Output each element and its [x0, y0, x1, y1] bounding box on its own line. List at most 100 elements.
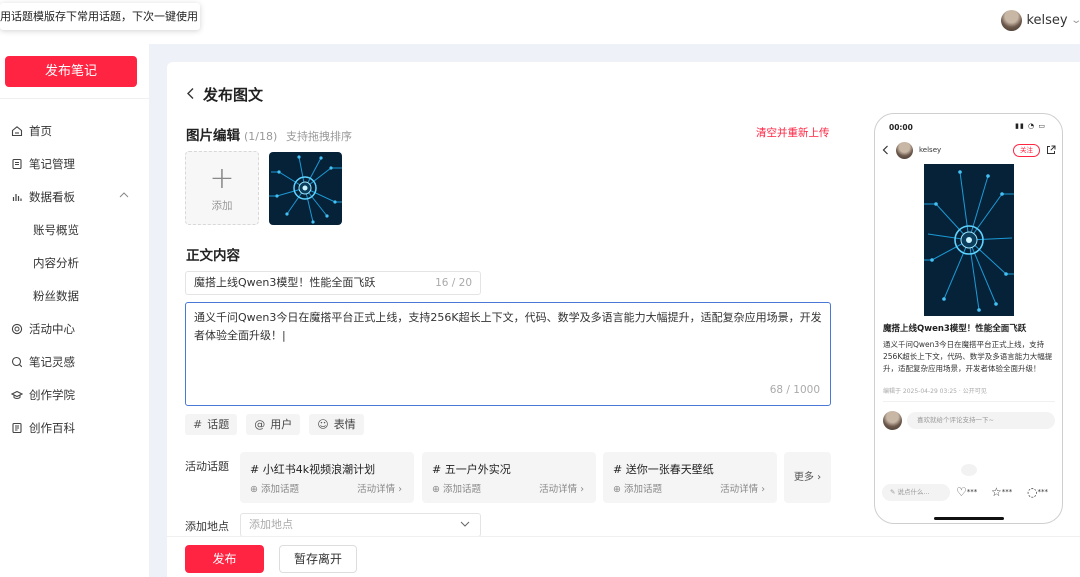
add-topic-link[interactable]: ⊕ 添加话题: [250, 481, 299, 495]
signal-battery-icon: ▮▮ ◔ ▭: [1015, 122, 1046, 130]
activity-icon: [10, 322, 23, 335]
back-icon[interactable]: [186, 86, 195, 104]
phone-preview: 00:00 ▮▮ ◔ ▭ kelsey 关注 魔搭上线Qwen3模型！性能全面飞…: [874, 113, 1063, 524]
preview-comment-box: 喜欢就给个评论支持一下~: [907, 412, 1055, 429]
note-title-value: 魔搭上线Qwen3模型！性能全面飞跃: [194, 276, 376, 289]
topic-name: # 五一户外实况: [432, 463, 511, 476]
body-char-count: 68 / 1000: [769, 384, 820, 396]
sidebar-nav: 首页 笔记管理 数据看板 账号概览 内容分析 粉丝数据 活动中心 笔记灵感 创作…: [0, 114, 149, 444]
image-count: (1/18): [244, 130, 278, 143]
add-topic-label: 添加话题: [623, 484, 662, 495]
page-title-text: 发布图文: [203, 86, 264, 104]
topic-detail-link[interactable]: 活动详情 ›: [357, 481, 402, 495]
topic-detail-link[interactable]: 活动详情 ›: [539, 481, 584, 495]
insert-topic-button[interactable]: # 话题: [185, 414, 238, 435]
preview-bottom-bar: ✎ 说点什么... ♡*** ☆*** ◌***: [881, 484, 1059, 502]
save-draft-button[interactable]: 暂存离开: [279, 545, 357, 573]
clear-reupload-link[interactable]: 清空并重新上传: [756, 125, 830, 140]
heart-icon: ♡: [956, 485, 967, 499]
sidebar-item-inspiration[interactable]: 笔记灵感: [0, 345, 149, 378]
topic-card[interactable]: # 小红书4k视频浪潮计划 ⊕ 添加话题 活动详情 ›: [240, 452, 414, 503]
home-icon: [10, 124, 23, 137]
image-thumbnail[interactable]: [269, 152, 342, 225]
add-topic-label: 添加话题: [442, 484, 481, 495]
circuit-image: [269, 152, 342, 225]
topic-detail-link[interactable]: 活动详情 ›: [720, 481, 765, 495]
note-icon: [10, 157, 23, 170]
emoji-button[interactable]: ☺ 表情: [309, 414, 364, 435]
title-char-count: 16 / 20: [435, 277, 472, 289]
star-icon: ☆: [991, 485, 1002, 499]
sidebar-item-dashboard[interactable]: 数据看板: [0, 180, 149, 213]
preview-image: [924, 164, 1014, 316]
image-drag-hint: 支持拖拽排序: [286, 130, 352, 143]
add-topic-link[interactable]: ⊕ 添加话题: [613, 481, 662, 495]
tool-label: 表情: [333, 418, 356, 431]
sidebar-item-fans-data[interactable]: 粉丝数据: [0, 279, 149, 312]
sidebar-item-label: 创作学院: [29, 387, 75, 402]
sidebar-divider: [0, 98, 149, 99]
preview-username: kelsey: [919, 146, 942, 154]
note-title-input[interactable]: 魔搭上线Qwen3模型！性能全面飞跃 16 / 20: [185, 271, 481, 295]
user-menu[interactable]: kelsey ⌄: [1001, 9, 1080, 31]
note-body-value: 通义千问Qwen3今日在魔搭平台正式上线，支持256K超长上下文，代码、数学及多…: [194, 311, 822, 342]
image-section-title: 图片编辑 (1/18) 支持拖拽排序: [186, 124, 352, 144]
add-topic-link[interactable]: ⊕ 添加话题: [432, 481, 481, 495]
chevron-down-icon: [460, 514, 470, 536]
plus-icon: +: [209, 161, 235, 196]
collect-count: ***: [1001, 488, 1013, 496]
sidebar-item-account-overview[interactable]: 账号概览: [0, 213, 149, 246]
publish-note-button[interactable]: 发布笔记: [5, 56, 137, 87]
mention-user-button[interactable]: @ 用户: [246, 414, 301, 435]
text-cursor: |: [282, 329, 286, 342]
comment-count: ***: [1037, 488, 1048, 496]
sidebar-item-home[interactable]: 首页: [0, 114, 149, 147]
share-icon: [1046, 145, 1056, 158]
publish-button[interactable]: 发布: [185, 545, 264, 573]
sidebar-item-label: 数据看板: [29, 189, 75, 204]
add-image-button[interactable]: + 添加: [185, 151, 259, 225]
topic-name: # 送你一张春天壁纸: [613, 463, 714, 476]
more-topics-button[interactable]: 更多 ›: [784, 452, 831, 503]
say-placeholder: 说点什么...: [897, 488, 930, 496]
preview-title: 魔搭上线Qwen3模型！性能全面飞跃: [883, 324, 1027, 334]
collect-action: ☆***: [991, 485, 1012, 499]
sidebar-item-wiki[interactable]: 创作百科: [0, 411, 149, 444]
sidebar-item-content-analysis[interactable]: 内容分析: [0, 246, 149, 279]
chevron-down-icon: ⌄: [1070, 15, 1080, 26]
sidebar-item-activity[interactable]: 活动中心: [0, 312, 149, 345]
topic-card[interactable]: # 送你一张春天壁纸 ⊕ 添加话题 活动详情 ›: [603, 452, 777, 503]
location-label: 添加地点: [185, 520, 229, 533]
academy-icon: [10, 388, 23, 401]
chevron-up-icon: [119, 190, 129, 201]
insert-toolbar: # 话题 @ 用户 ☺ 表情: [185, 414, 373, 435]
sidebar-item-label: 账号概览: [33, 222, 79, 237]
wiki-icon: [10, 421, 23, 434]
sidebar-item-label: 笔记灵感: [29, 354, 75, 369]
sidebar: 发布笔记 首页 笔记管理 数据看板 账号概览 内容分析 粉丝数据 活动中心 笔记…: [0, 44, 149, 577]
add-topic-label: 添加话题: [260, 484, 299, 495]
like-count: ***: [966, 488, 978, 496]
user-name: kelsey: [1026, 12, 1068, 28]
status-time: 00:00: [889, 123, 913, 132]
preview-body: 通义千问Qwen3今日在魔搭平台正式上线，支持256K超长上下文，代码、数学及多…: [883, 340, 1053, 373]
topic-name: # 小红书4k视频浪潮计划: [250, 463, 376, 476]
avatar: [1001, 9, 1023, 31]
emoji-icon: ☺: [317, 418, 329, 431]
comment-action: ◌***: [1027, 485, 1048, 499]
sidebar-item-label: 创作百科: [29, 420, 75, 435]
avatar: [896, 142, 913, 159]
note-body-textarea[interactable]: 通义千问Qwen3今日在魔搭平台正式上线，支持256K超长上下文，代码、数学及多…: [185, 302, 831, 406]
location-select[interactable]: 添加地点: [240, 513, 481, 537]
idea-icon: [10, 355, 23, 368]
home-indicator: [934, 517, 1004, 520]
sidebar-item-notes[interactable]: 笔记管理: [0, 147, 149, 180]
hash-icon: #: [193, 418, 203, 431]
sidebar-item-label: 首页: [29, 123, 52, 138]
preview-meta: 编辑于 2025-04-29 03:25 · 公开可见: [883, 388, 987, 395]
tool-label: 话题: [207, 418, 230, 431]
at-icon: @: [254, 418, 266, 431]
sidebar-item-academy[interactable]: 创作学院: [0, 378, 149, 411]
sidebar-item-label: 笔记管理: [29, 156, 75, 171]
topic-card[interactable]: # 五一户外实况 ⊕ 添加话题 活动详情 ›: [422, 452, 596, 503]
